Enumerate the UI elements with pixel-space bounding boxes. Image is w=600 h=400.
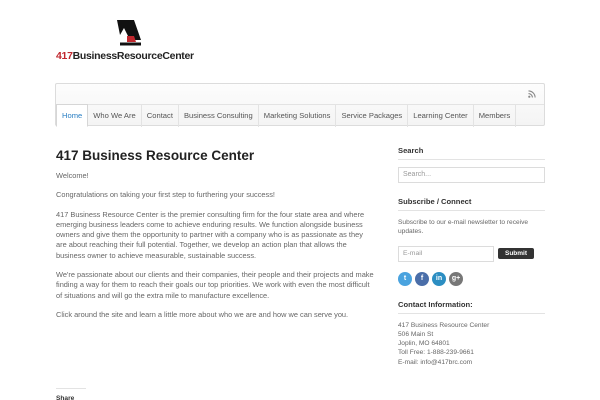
search-widget-title: Search <box>398 146 545 160</box>
main-content: 417 Business Resource Center Welcome! Co… <box>56 148 374 329</box>
social-links: t f in g+ <box>398 271 545 286</box>
logo-name: BusinessResourceCenter <box>72 50 195 62</box>
sidebar: Search Search... Subscribe / Connect Sub… <box>398 146 545 367</box>
contact-line: 506 Main St <box>398 331 434 339</box>
content-paragraph: We're passionate about our clients and t… <box>56 270 374 300</box>
google-plus-icon[interactable]: g+ <box>449 271 463 286</box>
nav-item-business-consulting[interactable]: Business Consulting <box>179 105 259 127</box>
contact-line: 417 Business Resource Center <box>398 321 490 329</box>
nav-menu: Home Who We Are Contact Business Consult… <box>56 104 544 127</box>
email-input[interactable]: E-mail <box>398 245 494 262</box>
nav-item-members[interactable]: Members <box>474 105 517 127</box>
nav-item-learning-center[interactable]: Learning Center <box>408 105 474 127</box>
nav-item-home[interactable]: Home <box>56 104 89 127</box>
subscribe-widget-title: Subscribe / Connect <box>398 197 545 211</box>
rss-icon[interactable] <box>528 90 536 98</box>
nav-item-service-packages[interactable]: Service Packages <box>336 105 409 127</box>
nav-item-who-we-are[interactable]: Who We Are <box>88 105 142 127</box>
content-paragraph: 417 Business Resource Center is the prem… <box>56 209 365 260</box>
facebook-icon[interactable]: f <box>415 271 429 286</box>
subscribe-text: Subscribe to our e-mail newsletter to re… <box>398 219 529 236</box>
contact-email-link[interactable]: E-mail: info@417brc.com <box>398 358 545 367</box>
contact-widget-title: Contact Information: <box>398 300 545 314</box>
content-paragraph: Click around the site and learn a little… <box>56 309 349 319</box>
contact-line: Toll Free: 1-888-239-9661 <box>398 349 474 357</box>
logo-text: 417BusinessResourceCenter <box>56 50 194 62</box>
main-navigation: Home Who We Are Contact Business Consult… <box>55 83 545 127</box>
search-input[interactable]: Search... <box>398 167 545 183</box>
logo-number: 417 <box>56 50 73 62</box>
site-logo[interactable]: 417BusinessResourceCenter <box>56 18 216 62</box>
share-label: Share this: <box>56 388 86 400</box>
page-title: 417 Business Resource Center <box>56 148 255 163</box>
subscribe-form: E-mail Submit <box>398 245 545 262</box>
contact-line: Joplin, MO 64801 <box>398 340 450 348</box>
content-paragraph: Welcome! <box>56 171 89 180</box>
linkedin-icon[interactable]: in <box>432 271 446 286</box>
nav-item-marketing-solutions[interactable]: Marketing Solutions <box>259 105 337 127</box>
nav-item-contact[interactable]: Contact <box>142 105 179 127</box>
submit-button[interactable]: Submit <box>498 248 534 260</box>
content-paragraph: Congratulations on taking your first ste… <box>56 190 275 200</box>
twitter-icon[interactable]: t <box>398 271 412 286</box>
logo-mark-icon <box>117 20 141 46</box>
